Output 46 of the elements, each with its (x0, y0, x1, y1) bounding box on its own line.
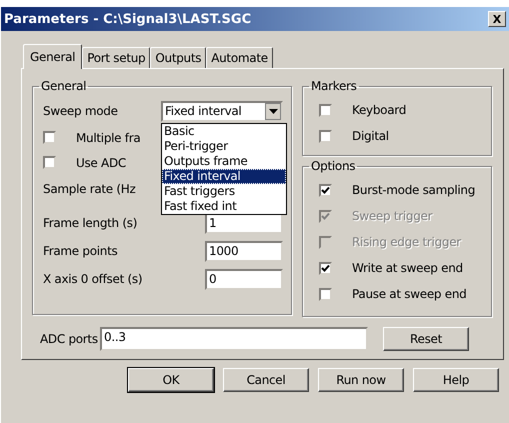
dropdown-option[interactable]: Basic (162, 124, 286, 138)
dropdown-option[interactable]: Peri-trigger (162, 138, 286, 154)
sweep-mode-dropdown[interactable]: Fixed interval (161, 100, 283, 122)
field-label: ADC ports (40, 332, 99, 346)
reset-button[interactable]: Reset (383, 327, 469, 351)
field-label: Frame points (43, 244, 118, 258)
checkbox-label: Digital (352, 129, 389, 143)
checkbox-label: Rising edge trigger (352, 235, 461, 249)
checkbox-label: Keyboard (352, 103, 406, 117)
checkbox[interactable] (319, 262, 332, 274)
field-label: Frame length (s) (43, 216, 138, 230)
close-button[interactable]: X (488, 11, 506, 27)
checkbox-label: Pause at sweep end (352, 287, 466, 301)
dialog-button[interactable]: Help (413, 368, 499, 392)
checkbox[interactable] (43, 156, 56, 169)
dropdown-option[interactable]: Outputs frame (162, 154, 286, 168)
checkbox[interactable] (319, 288, 332, 300)
group-title: General (40, 79, 88, 93)
dropdown-option[interactable]: Fixed interval (162, 168, 286, 184)
checkbox[interactable] (319, 130, 332, 142)
dropdown-option[interactable]: Fast fixed int (162, 198, 286, 214)
dialog-button[interactable]: Cancel (223, 368, 309, 392)
checkbox[interactable] (43, 131, 56, 144)
checkbox-label: Use ADC (76, 156, 126, 170)
checkbox-label: Write at sweep end (352, 261, 463, 275)
window-title: Parameters - C:\Signal3\LAST.SGC (4, 12, 252, 26)
checkbox[interactable] (319, 104, 332, 116)
dropdown-option[interactable]: Fast triggers (162, 184, 286, 198)
checkbox[interactable] (319, 184, 332, 196)
checkbox-label: Burst-mode sampling (352, 183, 476, 197)
field-label: Sample rate (Hz (43, 182, 136, 196)
tab[interactable]: Port setup (82, 47, 150, 68)
group-title: Markers (310, 79, 358, 93)
input-field[interactable]: 0 (205, 268, 283, 290)
field-label: X axis 0 offset (s) (43, 272, 142, 286)
tab[interactable]: General (23, 44, 82, 69)
dialog-button[interactable]: OK (128, 368, 214, 392)
dialog-button[interactable]: Run now (318, 368, 404, 392)
group-title: Options (310, 159, 356, 173)
tab[interactable]: Automate (206, 47, 273, 68)
field-label: Sweep mode (43, 104, 118, 118)
checkbox-label: Multiple fra (76, 130, 140, 144)
input-field[interactable]: 1000 (205, 240, 283, 262)
checkbox-label: Sweep trigger (352, 209, 432, 223)
tab[interactable]: Outputs (150, 47, 206, 68)
input-field[interactable]: 0..3 (100, 327, 368, 351)
